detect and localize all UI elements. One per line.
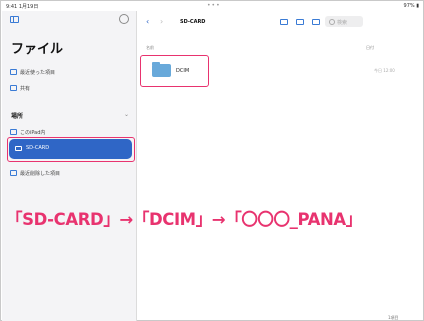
chevron-down-icon[interactable]: ⌄ xyxy=(124,111,129,118)
sidebar-item-label: 最近使った項目 xyxy=(20,69,56,76)
clock-icon xyxy=(10,69,17,75)
ipad-screen: 9:41 1月19日 ••• 97% ▮ ファイル 最近使った項目 共有 場所 … xyxy=(0,0,424,321)
forward-button[interactable]: › xyxy=(160,17,163,26)
battery-indicator: 97% ▮ xyxy=(403,3,419,9)
file-date: 今日 12:00 xyxy=(374,68,395,73)
folder-title: SD-CARD xyxy=(180,19,206,25)
new-folder-icon[interactable] xyxy=(280,19,288,25)
search-field[interactable]: 検索 xyxy=(325,16,363,27)
sidebar-title: ファイル xyxy=(11,42,64,57)
ipad-icon xyxy=(10,129,17,135)
status-bar: 9:41 1月19日 ••• 97% ▮ xyxy=(1,1,424,11)
sidebar-item-label: 共有 xyxy=(20,85,31,92)
multitask-dots[interactable]: ••• xyxy=(207,2,221,9)
sidebar-item-label: このiPad内 xyxy=(20,129,46,136)
item-count: 1項目 xyxy=(388,315,399,320)
share-icon[interactable] xyxy=(312,19,320,25)
trash-icon xyxy=(10,170,17,176)
sidebar-item-recently-deleted[interactable]: 最近削除した項目 xyxy=(10,168,60,178)
sidebar-toggle-icon[interactable] xyxy=(10,16,19,23)
sd-card-highlight-box xyxy=(7,137,135,162)
more-options-icon[interactable] xyxy=(119,14,129,24)
instruction-caption: 「SD-CARD」→「DCIM」→「〇〇〇_PANA」 xyxy=(6,210,362,229)
view-options-icon[interactable] xyxy=(296,19,304,25)
column-header-name[interactable]: 名前 xyxy=(146,45,154,51)
sidebar-item-shared[interactable]: 共有 xyxy=(10,83,30,93)
section-heading-locations: 場所 xyxy=(11,113,24,120)
back-button[interactable]: ‹ xyxy=(146,17,149,26)
sidebar-item-recents[interactable]: 最近使った項目 xyxy=(10,67,55,77)
sidebar-item-label: 最近削除した項目 xyxy=(20,170,61,177)
sidebar-item-on-my-ipad[interactable]: このiPad内 xyxy=(10,127,45,137)
sidebar: ファイル 最近使った項目 共有 場所 ⌄ このiPad内 最近削除した項目 xyxy=(2,11,137,321)
status-time: 9:41 1月19日 xyxy=(6,4,39,10)
shared-folder-icon xyxy=(10,85,17,91)
column-header-date[interactable]: 日付 xyxy=(366,45,374,51)
dcim-highlight-box xyxy=(140,55,209,87)
